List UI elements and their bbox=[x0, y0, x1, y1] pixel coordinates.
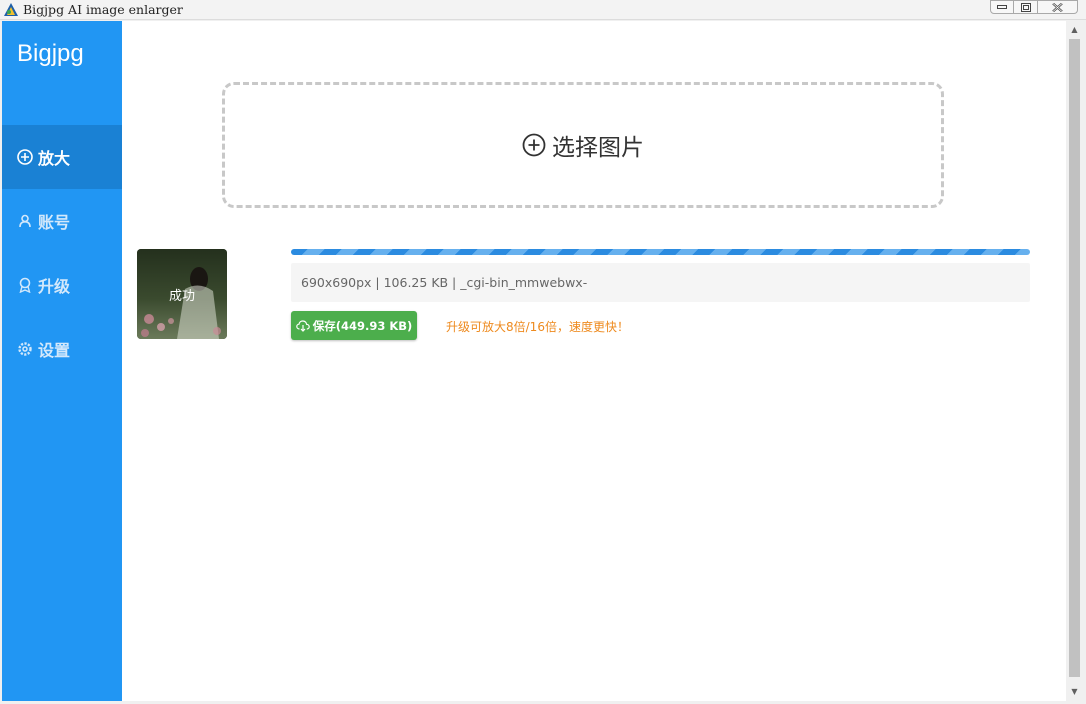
upgrade-note[interactable]: 升级可放大8倍/16倍，速度更快！ bbox=[446, 318, 629, 335]
select-image-dropzone[interactable]: 选择图片 bbox=[222, 82, 944, 208]
restore-button[interactable] bbox=[1014, 0, 1038, 14]
nav-item-label: 账号 bbox=[38, 213, 71, 232]
title-bar: Bigjpg AI image enlarger bbox=[0, 0, 1086, 20]
select-image-text: 选择图片 bbox=[552, 135, 644, 161]
user-icon bbox=[17, 213, 33, 229]
minimize-icon bbox=[997, 5, 1007, 9]
nav-item-label: 放大 bbox=[38, 149, 71, 168]
nav-item-label: 升级 bbox=[38, 277, 71, 296]
window-controls bbox=[990, 0, 1078, 15]
nav-item-account[interactable]: 账号 bbox=[2, 189, 122, 253]
gear-icon bbox=[17, 341, 33, 357]
scroll-up-arrow-icon[interactable]: ▲ bbox=[1066, 21, 1083, 37]
bigjpg-app-icon bbox=[3, 2, 19, 18]
nav-item-settings[interactable]: 设置 bbox=[2, 317, 122, 381]
vertical-scrollbar[interactable]: ▲ ▼ bbox=[1066, 21, 1083, 701]
cloud-download-icon bbox=[295, 319, 310, 332]
medal-icon bbox=[17, 277, 33, 293]
brand-logo-text: Bigjpg bbox=[17, 40, 84, 67]
image-thumbnail: 成功 bbox=[137, 249, 227, 339]
scroll-down-arrow-icon[interactable]: ▼ bbox=[1066, 683, 1083, 699]
nav-item-label: 设置 bbox=[38, 341, 71, 360]
save-button-label: 保存(449.93 KB) bbox=[312, 318, 413, 333]
close-button[interactable] bbox=[1038, 0, 1078, 14]
scroll-thumb[interactable] bbox=[1069, 39, 1080, 677]
restore-icon bbox=[1020, 2, 1031, 12]
main-panel: 选择图片 成功 690x690px | 106.25 KB | _cgi-bin… bbox=[122, 21, 1066, 701]
save-button[interactable]: 保存(449.93 KB) bbox=[291, 311, 417, 340]
select-image-label: 选择图片 bbox=[522, 128, 644, 162]
plus-circle-icon bbox=[17, 149, 33, 165]
nav-item-enlarge[interactable]: 放大 bbox=[2, 125, 122, 189]
progress-bar bbox=[291, 249, 1030, 255]
nav-item-upgrade[interactable]: 升级 bbox=[2, 253, 122, 317]
sidebar: Bigjpg 放大 账号 升级 设置 bbox=[2, 21, 122, 701]
window-title: Bigjpg AI image enlarger bbox=[23, 2, 183, 17]
minimize-button[interactable] bbox=[990, 0, 1014, 14]
plus-circle-icon bbox=[522, 133, 546, 157]
image-info: 690x690px | 106.25 KB | _cgi-bin_mmwebwx… bbox=[291, 263, 1030, 302]
status-label: 成功 bbox=[168, 288, 195, 304]
close-icon bbox=[1052, 2, 1063, 12]
